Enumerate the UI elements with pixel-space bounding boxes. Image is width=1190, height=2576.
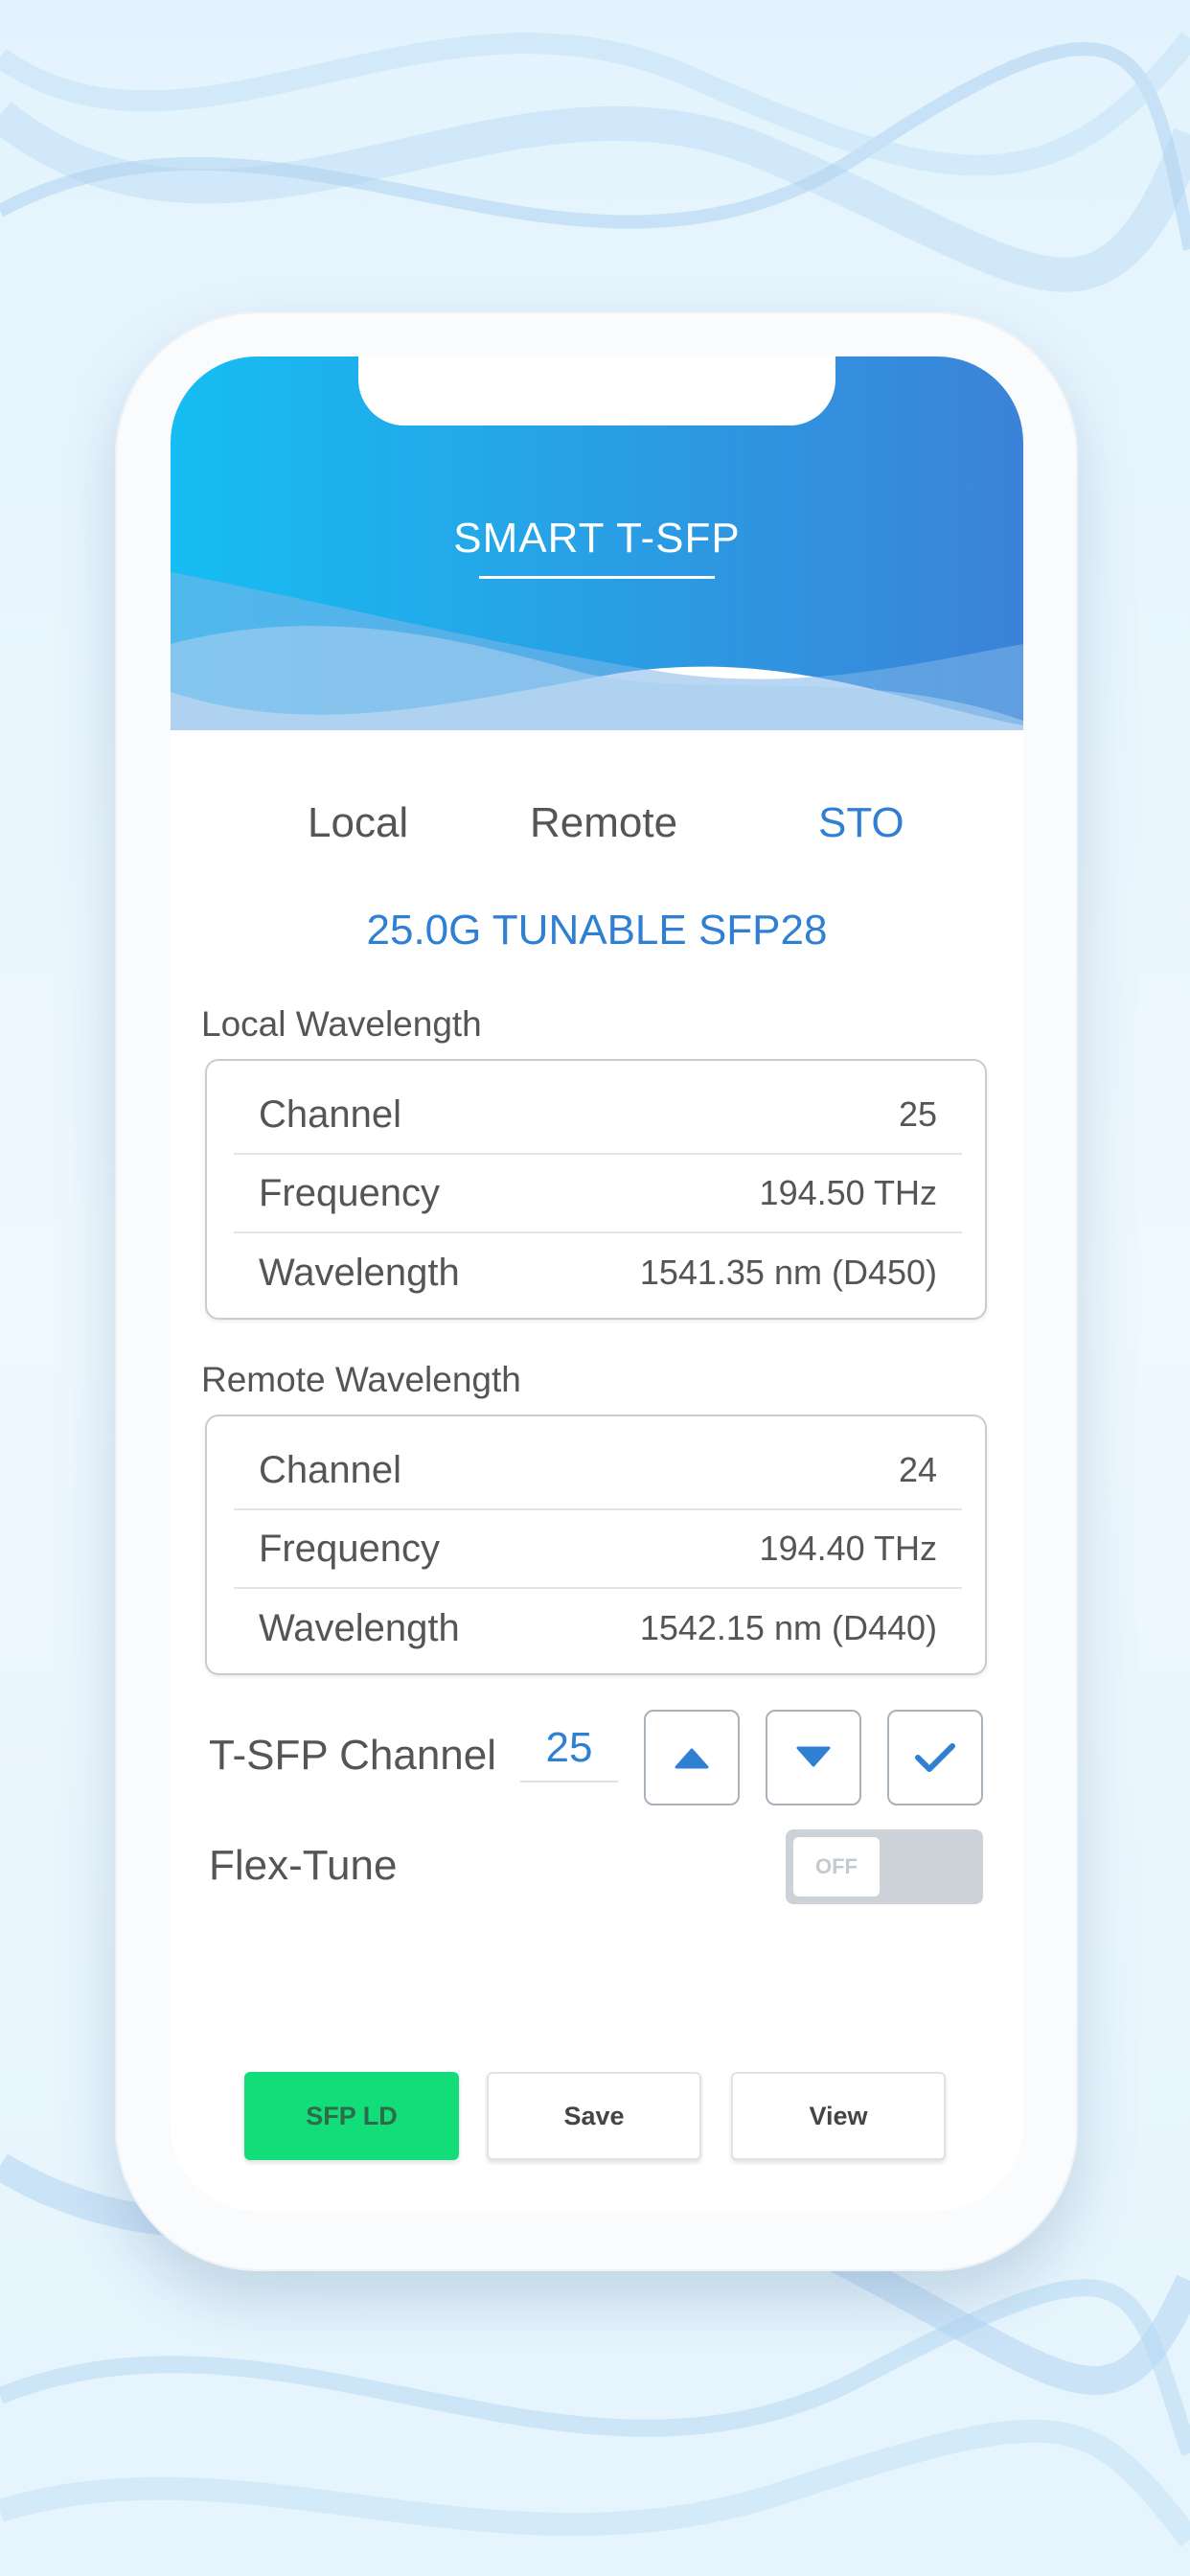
app-title: SMART T-SFP	[453, 515, 741, 562]
local-channel-value: 25	[898, 1094, 937, 1134]
flex-tune-label: Flex-Tune	[209, 1842, 398, 1889]
local-frequency-row: Frequency 194.50 THz	[234, 1155, 962, 1233]
triangle-up-icon	[675, 1748, 709, 1769]
module-title: 25.0G TUNABLE SFP28	[366, 907, 828, 954]
title-underline	[479, 576, 715, 579]
channel-down-button[interactable]	[766, 1710, 861, 1806]
remote-channel-key: Channel	[259, 1448, 402, 1491]
remote-frequency-row: Frequency 194.40 THz	[234, 1510, 962, 1589]
remote-channel-value: 24	[898, 1450, 937, 1489]
local-wavelength-row: Wavelength 1541.35 nm (D450)	[234, 1233, 962, 1312]
local-wavelength-value: 1541.35 nm (D450)	[639, 1253, 937, 1292]
sfp-ld-button[interactable]: SFP LD	[244, 2072, 459, 2160]
check-icon	[915, 1743, 955, 1772]
tab-sto[interactable]: STO	[818, 799, 904, 847]
local-frequency-value: 194.50 THz	[759, 1173, 937, 1212]
tsfp-channel-input[interactable]	[520, 1715, 618, 1782]
remote-wavelength-key: Wavelength	[259, 1606, 460, 1649]
remote-wavelength-card: Channel 24 Frequency 194.40 THz Waveleng…	[205, 1414, 987, 1675]
tsfp-channel-label: T-SFP Channel	[209, 1732, 497, 1779]
remote-frequency-value: 194.40 THz	[759, 1529, 937, 1568]
remote-frequency-key: Frequency	[259, 1527, 440, 1570]
remote-channel-row: Channel 24	[234, 1432, 962, 1510]
remote-wavelength-label: Remote Wavelength	[201, 1360, 521, 1399]
view-button[interactable]: View	[731, 2072, 946, 2160]
toggle-state-text: OFF	[815, 1854, 858, 1878]
local-wavelength-card: Channel 25 Frequency 194.50 THz Waveleng…	[205, 1059, 987, 1320]
local-wavelength-key: Wavelength	[259, 1251, 460, 1294]
flex-tune-toggle[interactable]: OFF	[786, 1829, 983, 1904]
app-screen: SMART T-SFP Local Remote STO 25.0G TUNAB…	[171, 356, 1023, 2211]
remote-wavelength-row: Wavelength 1542.15 nm (D440)	[234, 1589, 962, 1668]
app-header: SMART T-SFP	[171, 356, 1023, 730]
local-frequency-key: Frequency	[259, 1171, 440, 1214]
tab-local[interactable]: Local	[308, 799, 408, 847]
save-button[interactable]: Save	[487, 2072, 701, 2160]
local-channel-row: Channel 25	[234, 1076, 962, 1155]
channel-confirm-button[interactable]	[887, 1710, 983, 1806]
channel-up-button[interactable]	[644, 1710, 740, 1806]
triangle-down-icon	[796, 1746, 831, 1767]
tab-remote[interactable]: Remote	[530, 799, 677, 847]
remote-wavelength-value: 1542.15 nm (D440)	[639, 1608, 937, 1647]
toggle-knob: OFF	[793, 1837, 880, 1897]
tab-bar: Local Remote STO	[171, 799, 1023, 857]
local-wavelength-label: Local Wavelength	[201, 1004, 482, 1044]
local-channel-key: Channel	[259, 1092, 402, 1136]
phone-notch	[358, 356, 835, 426]
